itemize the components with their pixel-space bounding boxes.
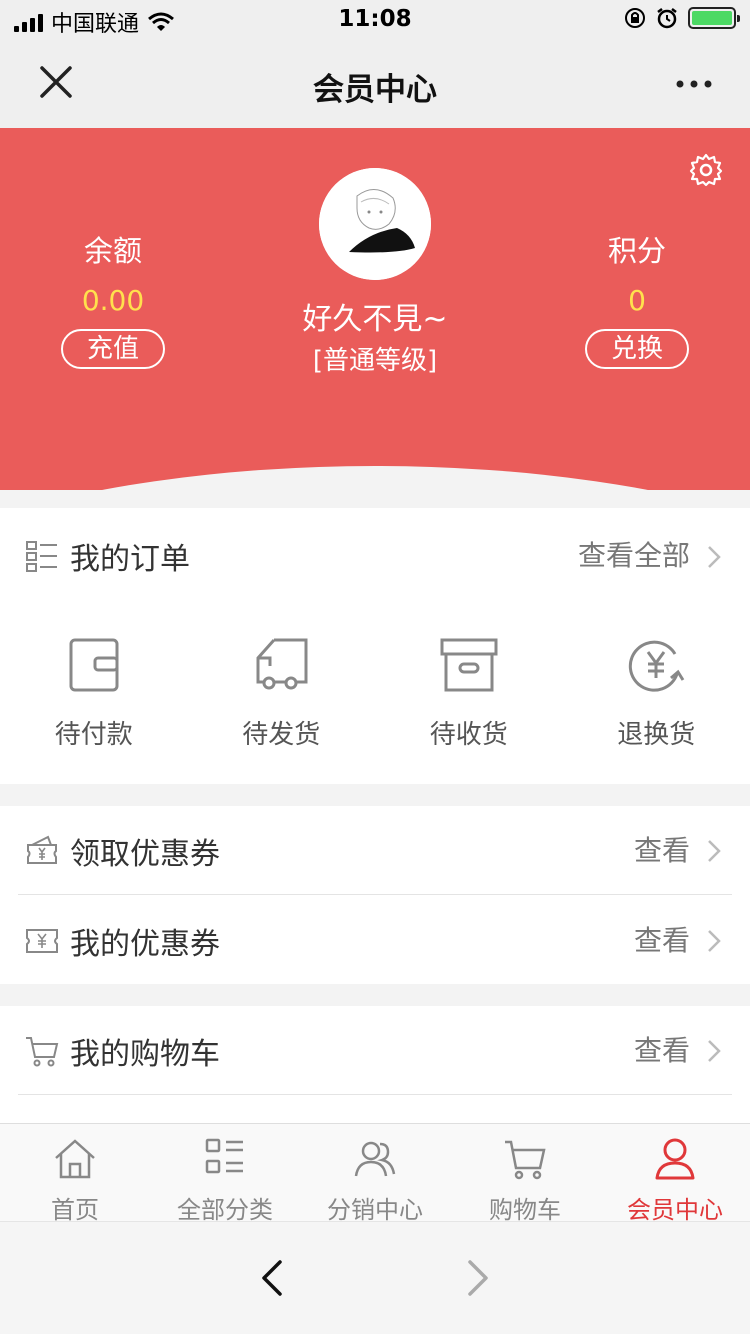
tab-categories[interactable]: 全部分类: [150, 1124, 300, 1224]
order-pending-payment[interactable]: 待付款: [0, 604, 188, 784]
row-divider: [18, 894, 732, 895]
page-title: 会员中心: [313, 72, 437, 108]
row-divider: [18, 1094, 732, 1095]
tab-home[interactable]: 首页: [0, 1124, 150, 1224]
user-icon: [655, 1138, 695, 1180]
truck-icon: [256, 638, 308, 690]
tab-categories-label: 全部分类: [177, 1196, 273, 1224]
gear-icon[interactable]: [688, 152, 724, 188]
status-right: [624, 7, 740, 29]
orders-title: 我的订单: [70, 542, 190, 577]
my-cart-row[interactable]: 我的购物车 查看: [0, 1006, 750, 1096]
view-all-orders-link[interactable]: 查看全部: [578, 508, 690, 604]
coupon-get-icon: [27, 835, 57, 864]
order-pending-shipment[interactable]: 待发货: [188, 604, 376, 784]
tab-distribution-label: 分销中心: [327, 1196, 423, 1224]
points-value: 0: [628, 284, 646, 317]
order-pending-receipt[interactable]: 待收货: [375, 604, 563, 784]
tab-distribution[interactable]: 分销中心: [300, 1124, 450, 1224]
my-coupons-title: 我的优惠券: [70, 927, 220, 962]
browser-toolbar: [0, 1221, 750, 1334]
chevron-right-icon: [708, 546, 721, 568]
users-icon: [354, 1141, 396, 1177]
order-list-icon: [26, 541, 57, 572]
points-label: 积分: [607, 234, 666, 268]
cart-icon: [26, 1037, 59, 1067]
get-coupons-row[interactable]: 领取优惠券 查看: [0, 806, 750, 896]
avatar-image: [319, 168, 431, 280]
my-cart-view-link[interactable]: 查看: [634, 1006, 690, 1096]
tab-cart-label: 购物车: [489, 1196, 561, 1224]
alarm-icon: [657, 8, 677, 29]
nav-bar: 会员中心: [0, 40, 750, 128]
get-coupons-view-link[interactable]: 查看: [634, 806, 690, 896]
exchange-button[interactable]: 兑换: [585, 329, 689, 369]
home-icon: [55, 1139, 95, 1179]
wallet-icon: [69, 638, 119, 692]
box-icon: [440, 638, 498, 692]
order-refund-exchange[interactable]: 退换货: [563, 604, 750, 784]
forward-arrow-icon[interactable]: [462, 1258, 492, 1298]
tab-member-center[interactable]: 会员中心: [600, 1124, 750, 1224]
chevron-right-icon: [708, 1040, 721, 1062]
orientation-lock-icon: [625, 8, 645, 28]
avatar[interactable]: [319, 168, 431, 280]
status-bar: 中国联通 11:08: [0, 0, 750, 40]
tab-home-label: 首页: [51, 1196, 99, 1224]
battery-icon: [688, 7, 740, 29]
order-pending-payment-label: 待付款: [54, 720, 133, 750]
order-refund-exchange-label: 退换货: [617, 720, 696, 750]
balance-label: 余额: [83, 234, 142, 268]
chevron-right-icon: [708, 840, 721, 862]
bottom-tab-bar: 首页 全部分类 分销中心 购物车 会员中心: [0, 1123, 750, 1224]
coupons-section: 领取优惠券 查看 我的优惠券 查看: [0, 806, 750, 984]
chevron-right-icon: [708, 930, 721, 952]
tab-cart[interactable]: 购物车: [450, 1124, 600, 1224]
orders-section: 我的订单 查看全部 待付款 待发货 待收货 退换货: [0, 508, 750, 784]
yuan-refund-icon: [629, 640, 685, 692]
my-coupons-view-link[interactable]: 查看: [634, 896, 690, 986]
more-icon[interactable]: [674, 70, 714, 98]
order-pending-receipt-label: 待收货: [429, 720, 508, 750]
order-pending-shipment-label: 待发货: [242, 720, 321, 750]
cart-icon: [505, 1140, 546, 1180]
my-coupons-row[interactable]: 我的优惠券 查看: [0, 896, 750, 986]
coupon-icon: [26, 929, 58, 953]
category-icon: [205, 1138, 243, 1174]
back-arrow-icon[interactable]: [258, 1258, 288, 1298]
cart-section: 我的购物车 查看: [0, 1006, 750, 1123]
orders-row[interactable]: 我的订单 查看全部: [0, 508, 750, 604]
points-block: 积分 0 兑换: [572, 228, 702, 369]
tab-member-center-label: 会员中心: [627, 1196, 723, 1224]
get-coupons-title: 领取优惠券: [70, 837, 220, 872]
my-cart-title: 我的购物车: [70, 1037, 220, 1072]
order-status-list: 待付款 待发货 待收货 退换货: [0, 604, 750, 784]
profile-header: 余额 0.00 充值 好久不見~ [普通等级] 积分 0 兑换: [0, 128, 750, 490]
